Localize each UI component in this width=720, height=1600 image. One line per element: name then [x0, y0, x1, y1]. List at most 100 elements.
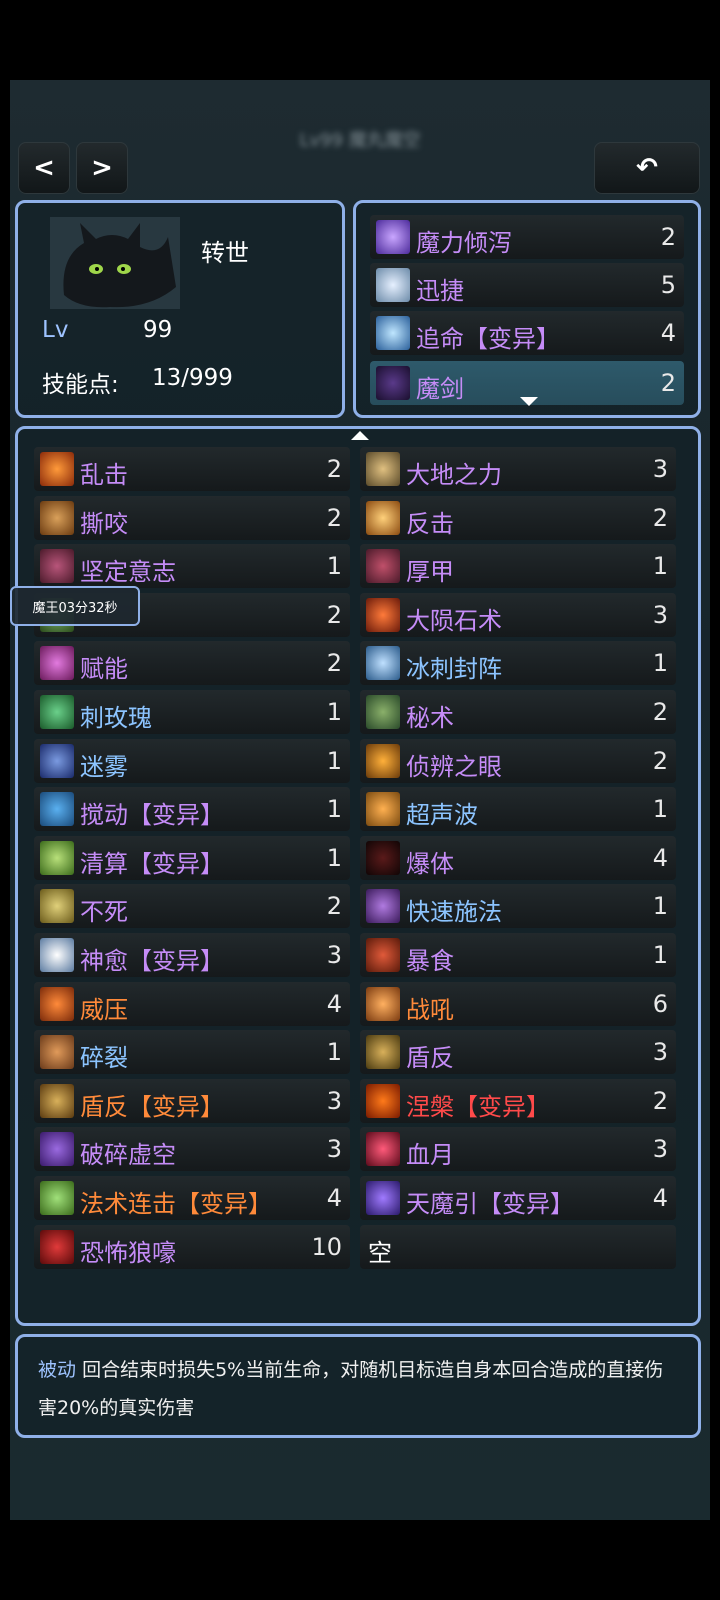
- skill-name: 乱击: [80, 461, 128, 489]
- skill-count: 2: [660, 223, 676, 251]
- passive-skill-row[interactable]: 天魔引【变异】 4: [360, 1176, 676, 1220]
- passive-skill-row[interactable]: 秘术 2: [360, 690, 676, 734]
- skill-count: 2: [326, 649, 342, 678]
- skill-points-label: 技能点:: [42, 372, 119, 398]
- passive-skill-row[interactable]: 撕咬 2: [34, 495, 350, 540]
- passive-skills-panel: 乱击 2 撕咬 2 坚定意志 1 2 赋能 2 刺玫瑰 1 迷雾 1 搅动【变异】 1 清算【变异】 1 不死 2 神…: [15, 426, 701, 1326]
- skill-count: 1: [326, 843, 342, 872]
- passive-skill-row[interactable]: 神愈【变异】 3: [34, 933, 350, 977]
- skill-name: 战吼: [406, 995, 454, 1024]
- passive-skill-row[interactable]: 冰刺封阵 1: [360, 641, 676, 686]
- skill-icon: [40, 1035, 74, 1070]
- skill-icon: [40, 1083, 74, 1118]
- skill-name: 清算【变异】: [80, 849, 224, 878]
- passive-skill-row[interactable]: 清算【变异】 1: [34, 835, 350, 880]
- skill-name: 大地之力: [406, 461, 502, 489]
- passive-skill-row[interactable]: 破碎虚空 3: [34, 1127, 350, 1172]
- skill-icon: [366, 597, 400, 632]
- skill-name: 不死: [80, 898, 128, 927]
- skill-count: 5: [660, 271, 676, 299]
- active-skill-row[interactable]: 追命【变异】 4: [370, 311, 684, 355]
- skill-icon: [366, 646, 400, 681]
- skill-name: 刺玫瑰: [80, 704, 152, 732]
- swift-icon: [376, 268, 410, 302]
- passive-skill-row[interactable]: 暴食 1: [360, 933, 676, 977]
- skill-count: 2: [326, 892, 342, 921]
- skill-icon: [40, 743, 74, 778]
- skill-icon: [366, 1083, 400, 1118]
- active-skill-row[interactable]: 迅捷 5: [370, 263, 684, 307]
- boss-timer-tooltip: 魔王03分32秒: [10, 586, 140, 626]
- passive-skill-row[interactable]: 盾反 3: [360, 1030, 676, 1075]
- passive-skill-row[interactable]: 爆体 4: [360, 835, 676, 880]
- skill-count: 4: [326, 1184, 342, 1212]
- skill-count: 1: [652, 892, 668, 921]
- passive-skill-row[interactable]: 迷雾 1: [34, 738, 350, 783]
- skill-name: 神愈【变异】: [80, 947, 224, 975]
- skill-icon: [40, 500, 74, 535]
- passive-skill-row[interactable]: 恐怖狼嚎 10: [34, 1224, 350, 1269]
- description-panel: 被动 回合结束时损失5%当前生命，对随机目标造自身本回合造成的直接伤害20%的真…: [15, 1334, 701, 1438]
- skill-count: 1: [326, 1038, 342, 1067]
- skill-count: 6: [652, 989, 668, 1018]
- skill-name: 盾反【变异】: [80, 1092, 224, 1121]
- skill-icon: [366, 695, 400, 729]
- description-text: 回合结束时损失5%当前生命，对随机目标造自身本回合造成的直接伤害20%的真实伤害: [38, 1359, 664, 1419]
- passive-skill-row[interactable]: 法术连击【变异】 4: [34, 1176, 350, 1220]
- passive-skill-row[interactable]: 侦辨之眼 2: [360, 738, 676, 783]
- skill-name: 冰刺封阵: [406, 655, 502, 684]
- skill-name: 碎裂: [80, 1044, 128, 1073]
- passive-skill-row[interactable]: 快速施法 1: [360, 884, 676, 929]
- skill-name: 厚甲: [406, 558, 454, 587]
- scroll-down-icon[interactable]: [520, 397, 538, 406]
- skill-icon: [40, 1229, 74, 1264]
- skill-points-value: 13/999: [152, 365, 233, 391]
- passive-skill-row[interactable]: 搅动【变异】 1: [34, 787, 350, 832]
- skill-count: 2: [652, 746, 668, 775]
- back-button[interactable]: ↶: [594, 142, 700, 194]
- skill-icon: [40, 452, 74, 486]
- skill-count: 2: [326, 455, 342, 483]
- skill-icon: [40, 646, 74, 681]
- passive-skill-row[interactable]: 刺玫瑰 1: [34, 690, 350, 734]
- passive-skill-row[interactable]: 超声波 1: [360, 787, 676, 832]
- passive-skill-row[interactable]: 大陨石术 3: [360, 592, 676, 637]
- skill-count: 3: [326, 1086, 342, 1115]
- skill-icon: [40, 889, 74, 924]
- passive-skill-row[interactable]: 不死 2: [34, 884, 350, 929]
- passive-skill-row[interactable]: 威压 4: [34, 981, 350, 1026]
- skill-name: 追命【变异】: [416, 325, 560, 353]
- skill-name: 反击: [406, 509, 454, 538]
- skill-count: 2: [652, 503, 668, 532]
- passive-skill-row[interactable]: 战吼 6: [360, 981, 676, 1026]
- skill-name: 血月: [406, 1141, 454, 1170]
- passive-skill-row[interactable]: 乱击 2: [34, 447, 350, 491]
- passive-skill-row[interactable]: 空: [360, 1224, 676, 1269]
- skill-name: 迷雾: [80, 752, 128, 781]
- next-button[interactable]: >: [76, 142, 128, 194]
- skill-count: 3: [652, 1135, 668, 1164]
- passive-skill-row[interactable]: 血月 3: [360, 1127, 676, 1172]
- passive-skill-row[interactable]: 大地之力 3: [360, 447, 676, 491]
- passive-skill-row[interactable]: 盾反【变异】 3: [34, 1078, 350, 1123]
- vortex-icon: [376, 220, 410, 254]
- passive-skill-row[interactable]: 涅槃【变异】 2: [360, 1078, 676, 1123]
- passive-tag: 被动: [38, 1359, 77, 1381]
- passive-skill-row[interactable]: 坚定意志 1: [34, 544, 350, 589]
- passive-skill-row[interactable]: 碎裂 1: [34, 1030, 350, 1075]
- skill-count: 2: [326, 503, 342, 532]
- skill-name: 爆体: [406, 849, 454, 878]
- passive-skill-row[interactable]: 赋能 2: [34, 641, 350, 686]
- prev-button[interactable]: <: [18, 142, 70, 194]
- skill-icon: [366, 1181, 400, 1215]
- skill-icon: [366, 938, 400, 972]
- skill-icon: [40, 938, 74, 972]
- skill-icon: [366, 792, 400, 827]
- skill-name: 天魔引【变异】: [406, 1190, 574, 1218]
- skill-name: 破碎虚空: [80, 1141, 176, 1170]
- passive-skill-row[interactable]: 反击 2: [360, 495, 676, 540]
- passive-skill-row[interactable]: 厚甲 1: [360, 544, 676, 589]
- skill-name: 快速施法: [406, 898, 502, 927]
- scroll-up-icon[interactable]: [351, 431, 369, 440]
- active-skill-row[interactable]: 魔力倾泻 2: [370, 215, 684, 259]
